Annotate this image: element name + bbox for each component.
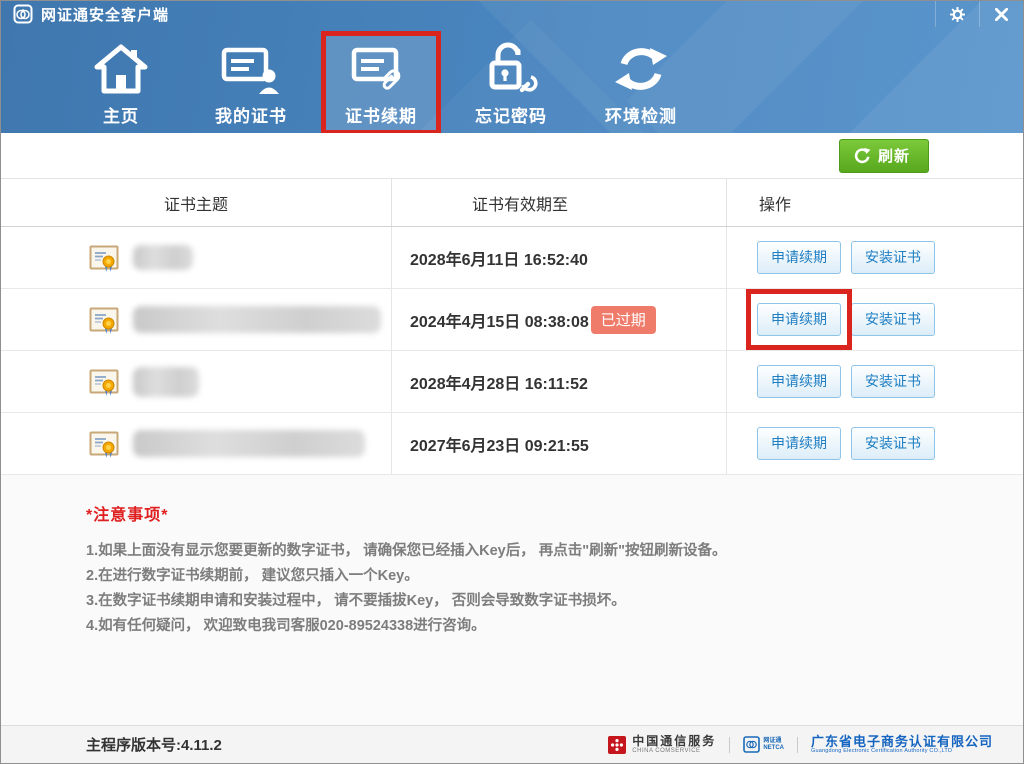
footer: 主程序版本号:4.11.2 中国通信服务 CHINA COMSERVICE bbox=[1, 725, 1023, 763]
certificate-icon bbox=[89, 367, 119, 397]
install-button[interactable]: 安装证书 bbox=[851, 241, 935, 274]
logo-divider bbox=[797, 737, 798, 753]
china-comservice-icon bbox=[608, 736, 626, 754]
expiry-cell: 2028年6月11日 16:52:40 bbox=[391, 227, 726, 288]
app-title: 网证通安全客户端 bbox=[41, 4, 169, 25]
tab-label: 环境检测 bbox=[605, 102, 677, 127]
notes-section: *注意事项* 1.如果上面没有显示您要更新的数字证书， 请确保您已经插入Key后… bbox=[1, 475, 1023, 725]
tab-label: 证书续期 bbox=[345, 102, 417, 127]
operations-cell: 申请续期 安装证书 bbox=[726, 351, 1023, 412]
expiry-cell: 2027年6月23日 09:21:55 bbox=[391, 413, 726, 474]
refresh-icon bbox=[854, 147, 871, 164]
netca-text: 网证通 bbox=[763, 738, 784, 745]
note-item: 3.在数字证书续期申请和安装过程中， 请不要插拔Key， 否则会导致数字证书损坏… bbox=[86, 589, 983, 614]
tab-forgot-password[interactable]: 忘记密码 bbox=[451, 31, 571, 133]
toolbar: 刷新 bbox=[1, 133, 1023, 179]
table-header: 证书主题 证书有效期至 操作 bbox=[1, 179, 1023, 227]
logo-divider bbox=[729, 737, 730, 753]
tab-label: 忘记密码 bbox=[475, 102, 547, 127]
gdca-subtext: Guangdong Electronic Certification Autho… bbox=[811, 748, 993, 755]
operations-cell: 申请续期 安装证书 bbox=[726, 289, 1023, 350]
table-row: 2024年4月15日 08:38:08 已过期 申请续期 安装证书 bbox=[1, 289, 1023, 351]
close-icon bbox=[995, 8, 1008, 21]
footer-logos: 中国通信服务 CHINA COMSERVICE 网证通 NETCA 广东省电子商… bbox=[608, 735, 993, 755]
tab-label: 主页 bbox=[103, 102, 139, 127]
blurred-certificate-name bbox=[133, 245, 193, 270]
gear-icon bbox=[950, 7, 965, 22]
renew-button[interactable]: 申请续期 bbox=[757, 427, 841, 460]
china-comservice-logo: 中国通信服务 CHINA COMSERVICE bbox=[608, 735, 716, 755]
expiry-date: 2024年4月15日 08:38:08 bbox=[410, 308, 589, 332]
notes-title: *注意事项* bbox=[86, 501, 983, 525]
renew-button[interactable]: 申请续期 bbox=[757, 365, 841, 398]
install-button[interactable]: 安装证书 bbox=[851, 427, 935, 460]
certificate-icon bbox=[89, 305, 119, 335]
app-logo-icon bbox=[13, 4, 33, 24]
certificate-subject-cell bbox=[1, 289, 391, 350]
main-nav: 主页 我的证书 bbox=[1, 31, 1023, 133]
expiry-cell: 2024年4月15日 08:38:08 已过期 bbox=[391, 289, 726, 350]
column-header-subject: 证书主题 bbox=[1, 179, 391, 226]
forgot-password-icon bbox=[483, 40, 539, 98]
certificate-subject-cell bbox=[1, 351, 391, 412]
operations-cell: 申请续期 安装证书 bbox=[726, 413, 1023, 474]
tab-environment-check[interactable]: 环境检测 bbox=[581, 31, 701, 133]
note-item: 1.如果上面没有显示您要更新的数字证书， 请确保您已经插入Key后， 再点击"刷… bbox=[86, 539, 983, 564]
window-controls bbox=[935, 1, 1023, 27]
renew-button[interactable]: 申请续期 bbox=[757, 241, 841, 274]
china-comservice-text: 中国通信服务 bbox=[632, 735, 716, 747]
tab-label: 我的证书 bbox=[215, 102, 287, 127]
operations-cell: 申请续期 安装证书 bbox=[726, 227, 1023, 288]
version-label: 主程序版本号:4.11.2 bbox=[86, 734, 222, 755]
china-comservice-subtext: CHINA COMSERVICE bbox=[632, 747, 716, 755]
gdca-logo: 广东省电子商务认证有限公司 Guangdong Electronic Certi… bbox=[811, 735, 993, 755]
renew-button[interactable]: 申请续期 bbox=[757, 303, 841, 336]
netca-logo: 网证通 NETCA bbox=[743, 736, 784, 753]
certificate-card-icon bbox=[221, 40, 281, 98]
certificate-icon bbox=[89, 243, 119, 273]
certificate-subject-cell bbox=[1, 413, 391, 474]
blurred-certificate-name bbox=[133, 430, 365, 457]
close-button[interactable] bbox=[979, 1, 1023, 27]
note-item: 2.在进行数字证书续期前， 建议您只插入一个Key。 bbox=[86, 564, 983, 589]
tab-home[interactable]: 主页 bbox=[61, 31, 181, 133]
settings-button[interactable] bbox=[935, 1, 979, 27]
app-header: 网证通安全客户端 bbox=[1, 1, 1023, 133]
note-item: 4.如有任何疑问， 欢迎致电我司客服020-89524338进行咨询。 bbox=[86, 614, 983, 639]
column-header-expiry: 证书有效期至 bbox=[391, 179, 726, 226]
tab-my-certificates[interactable]: 我的证书 bbox=[191, 31, 311, 133]
install-button[interactable]: 安装证书 bbox=[851, 365, 935, 398]
environment-check-icon bbox=[613, 40, 669, 98]
certificate-icon bbox=[89, 429, 119, 459]
table-row: 2028年4月28日 16:11:52 申请续期 安装证书 bbox=[1, 351, 1023, 413]
netca-subtext: NETCA bbox=[763, 745, 784, 752]
column-header-operations: 操作 bbox=[726, 179, 1023, 226]
tab-certificate-renewal[interactable]: 证书续期 bbox=[321, 31, 441, 133]
expiry-date: 2028年6月11日 16:52:40 bbox=[410, 246, 588, 270]
home-icon bbox=[93, 40, 149, 98]
blurred-certificate-name bbox=[133, 306, 381, 333]
refresh-button[interactable]: 刷新 bbox=[839, 139, 929, 173]
blurred-certificate-name bbox=[133, 367, 199, 397]
expiry-cell: 2028年4月28日 16:11:52 bbox=[391, 351, 726, 412]
titlebar: 网证通安全客户端 bbox=[1, 1, 1023, 27]
certificate-renewal-icon bbox=[351, 40, 411, 98]
expired-badge: 已过期 bbox=[591, 306, 656, 334]
gdca-text: 广东省电子商务认证有限公司 bbox=[811, 735, 993, 748]
refresh-label: 刷新 bbox=[878, 145, 910, 166]
expiry-date: 2028年4月28日 16:11:52 bbox=[410, 370, 588, 394]
certificate-subject-cell bbox=[1, 227, 391, 288]
install-button[interactable]: 安装证书 bbox=[851, 303, 935, 336]
table-row: 2028年6月11日 16:52:40 申请续期 安装证书 bbox=[1, 227, 1023, 289]
netca-icon bbox=[743, 736, 760, 753]
table-row: 2027年6月23日 09:21:55 申请续期 安装证书 bbox=[1, 413, 1023, 475]
expiry-date: 2027年6月23日 09:21:55 bbox=[410, 432, 589, 456]
app-window: 网证通安全客户端 bbox=[0, 0, 1024, 764]
